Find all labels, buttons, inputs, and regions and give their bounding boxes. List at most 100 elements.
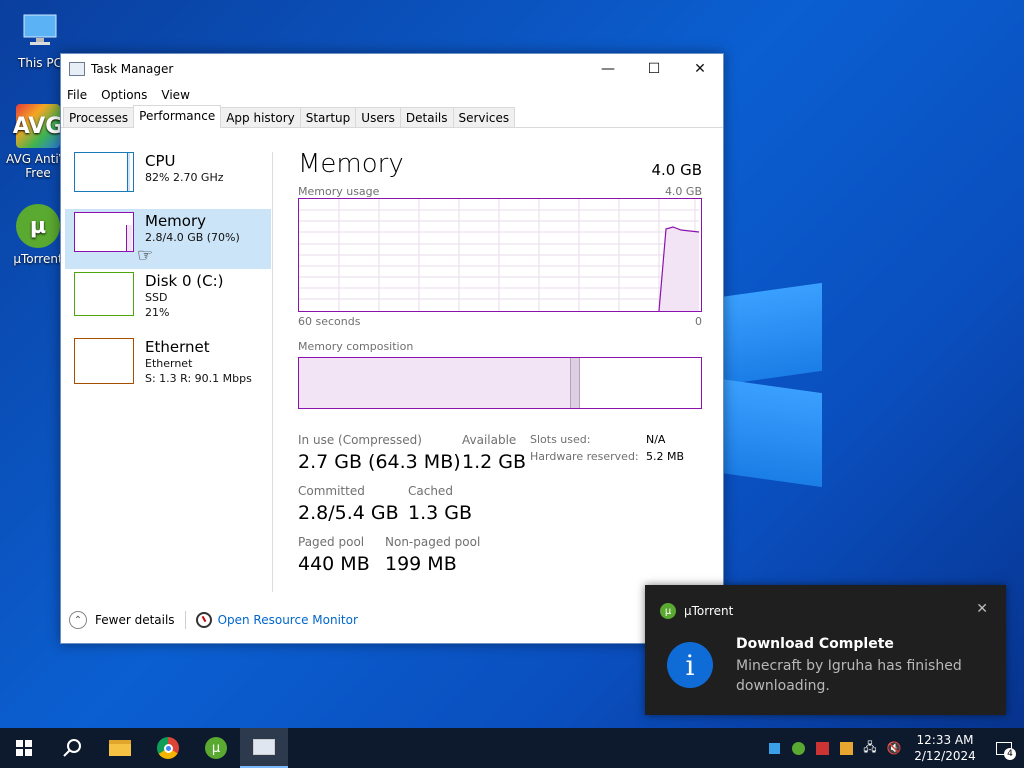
task-manager-icon	[253, 739, 275, 755]
title-bar[interactable]: Task Manager — ☐ ✕	[61, 54, 723, 84]
toast-message: Minecraft by Igruha has finished downloa…	[736, 658, 962, 694]
in-use-label: In use (Compressed)	[298, 433, 422, 447]
fewer-details-label: Fewer details	[95, 613, 175, 627]
slots-used-label: Slots used:	[530, 433, 591, 446]
search-icon	[63, 739, 81, 757]
maximize-button[interactable]: ☐	[631, 54, 677, 84]
sidebar-item-label: Ethernet	[145, 338, 210, 356]
sidebar-item-detail: 82% 2.70 GHz	[145, 171, 224, 184]
avg-antivirus-icon: AVG	[13, 104, 63, 148]
action-center-button[interactable]: 4	[984, 728, 1024, 768]
task-manager-window: Task Manager — ☐ ✕ File Options View Pro…	[60, 53, 724, 644]
tray-security-icon[interactable]	[834, 728, 858, 768]
utorrent-icon: µ	[660, 603, 676, 619]
toast-app-name: µTorrent	[684, 604, 734, 618]
sidebar-item-cpu[interactable]: CPU 82% 2.70 GHz	[65, 149, 271, 209]
memory-total: 4.0 GB	[651, 161, 702, 179]
sidebar-item-detail: SSD	[145, 291, 168, 304]
sidebar-item-usage: 21%	[145, 306, 170, 319]
window-title: Task Manager	[91, 62, 174, 76]
start-button[interactable]	[0, 728, 48, 768]
folder-icon	[109, 740, 131, 756]
sidebar-item-ethernet[interactable]: Ethernet Ethernet S: 1.3 R: 90.1 Mbps	[65, 335, 271, 401]
open-resource-monitor-link[interactable]: Open Resource Monitor	[195, 612, 358, 628]
utorrent-icon: µ	[205, 737, 227, 759]
committed-value: 2.8/5.4 GB	[298, 502, 399, 524]
graph-axis-right: 0	[695, 315, 702, 328]
tab-processes[interactable]: Processes	[63, 107, 135, 127]
menu-file[interactable]: File	[67, 88, 87, 102]
memory-panel: Memory 4.0 GB Memory usage 4.0 GB 60 sec…	[298, 149, 702, 583]
close-button[interactable]: ✕	[677, 54, 723, 84]
available-value: 1.2 GB	[462, 451, 527, 473]
memory-thumbnail-graph	[74, 212, 134, 252]
sidebar-item-disk[interactable]: Disk 0 (C:) SSD 21%	[65, 269, 271, 335]
cached-label: Cached	[408, 484, 453, 498]
sidebar-item-memory[interactable]: Memory 2.8/4.0 GB (70%) ☞	[65, 209, 271, 269]
tab-startup[interactable]: Startup	[299, 107, 357, 127]
sidebar-item-label: Disk 0 (C:)	[145, 272, 224, 290]
taskbar: µ 🖧 🔇 12:33 AM 2/12/2024 4	[0, 728, 1024, 768]
taskbar-file-explorer[interactable]	[96, 728, 144, 768]
menu-view[interactable]: View	[161, 88, 189, 102]
windows-icon	[16, 740, 32, 756]
disk-thumbnail-graph	[74, 272, 134, 316]
paged-pool-value: 440 MB	[298, 553, 370, 575]
tab-performance[interactable]: Performance	[133, 105, 222, 128]
taskbar-utorrent[interactable]: µ	[192, 728, 240, 768]
volume-muted-icon[interactable]: 🔇	[882, 728, 906, 768]
cached-value: 1.3 GB	[408, 502, 473, 524]
task-manager-icon	[69, 62, 85, 76]
non-paged-pool-label: Non-paged pool	[385, 535, 481, 549]
toast-close-icon[interactable]: ✕	[976, 601, 988, 617]
open-resource-monitor-label: Open Resource Monitor	[217, 613, 358, 627]
clock[interactable]: 12:33 AM 2/12/2024	[914, 732, 976, 764]
tab-app-history[interactable]: App history	[220, 107, 301, 127]
memory-usage-max: 4.0 GB	[664, 185, 702, 198]
chevron-up-icon: ⌃	[69, 611, 87, 629]
tab-users[interactable]: Users	[355, 107, 401, 127]
slots-used-value: N/A	[646, 433, 666, 446]
tray-avg-icon[interactable]	[810, 728, 834, 768]
toast-title: Download Complete	[736, 636, 894, 652]
tray-app-icon[interactable]	[762, 728, 786, 768]
available-label: Available	[462, 433, 517, 447]
clock-date: 2/12/2024	[914, 749, 976, 763]
taskbar-task-manager[interactable]	[240, 728, 288, 768]
hardware-reserved-label: Hardware reserved:	[530, 450, 639, 463]
sidebar-item-throughput: S: 1.3 R: 90.1 Mbps	[145, 372, 252, 385]
memory-usage-label: Memory usage	[298, 185, 380, 198]
fewer-details-button[interactable]: ⌃ Fewer details	[69, 611, 175, 629]
hardware-reserved-value: 5.2 MB	[646, 450, 685, 463]
taskbar-chrome[interactable]	[144, 728, 192, 768]
menu-options[interactable]: Options	[101, 88, 147, 102]
search-button[interactable]	[48, 728, 96, 768]
tab-details[interactable]: Details	[399, 107, 454, 127]
notification-count-badge: 4	[1004, 748, 1016, 760]
toast-notification[interactable]: µ µTorrent ✕ i Download Complete Minecra…	[645, 585, 1006, 715]
system-tray: 🖧 🔇 12:33 AM 2/12/2024 4	[762, 728, 1024, 768]
in-use-value: 2.7 GB (64.3 MB)	[298, 451, 461, 473]
sidebar-divider	[272, 152, 273, 592]
resource-monitor-icon	[195, 612, 212, 628]
composition-in-use	[299, 358, 570, 408]
sidebar-item-detail: 2.8/4.0 GB (70%)	[145, 231, 240, 244]
page-title: Memory	[298, 149, 404, 179]
tab-bar: Processes Performance App history Startu…	[61, 105, 723, 128]
composition-modified	[570, 358, 580, 408]
memory-composition-label: Memory composition	[298, 340, 414, 353]
windows-logo-wallpaper	[720, 282, 822, 488]
info-icon: i	[667, 642, 713, 688]
hand-cursor-icon: ☞	[137, 245, 154, 266]
clock-time: 12:33 AM	[916, 733, 974, 747]
minimize-button[interactable]: —	[585, 54, 631, 84]
paged-pool-label: Paged pool	[298, 535, 365, 549]
ethernet-thumbnail-graph	[74, 338, 134, 384]
tray-utorrent-icon[interactable]	[786, 728, 810, 768]
network-icon[interactable]: 🖧	[858, 728, 882, 768]
sidebar-item-label: Memory	[145, 212, 207, 230]
menu-bar: File Options View	[61, 84, 723, 106]
tab-services[interactable]: Services	[452, 107, 516, 127]
window-footer: ⌃ Fewer details Open Resource Monitor	[69, 611, 358, 629]
utorrent-icon: µ	[16, 204, 60, 248]
